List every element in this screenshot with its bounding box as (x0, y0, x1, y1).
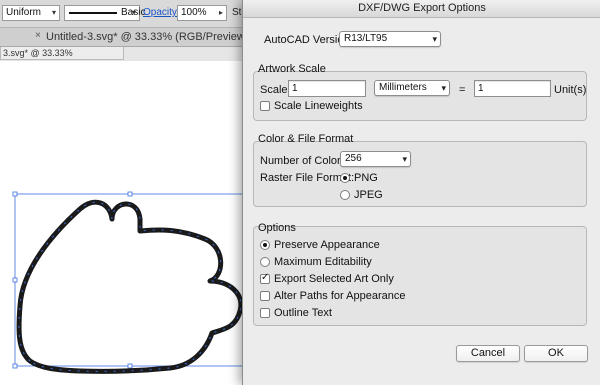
units-input[interactable]: 1 (474, 80, 551, 97)
opacity-dropdown[interactable]: 100% ▸ (177, 5, 227, 21)
opacity-link[interactable]: Opacity: (143, 7, 180, 18)
selection-handle (12, 363, 18, 369)
scale-label: Scale: (260, 84, 291, 96)
selection-handle (127, 363, 133, 369)
chevron-down-icon: ▾ (402, 154, 407, 164)
scale-lineweights-checkbox[interactable] (260, 101, 270, 111)
number-of-colors-select[interactable]: 256 ▾ (340, 151, 411, 167)
autocad-version-select[interactable]: R13/LT95 ▾ (339, 31, 441, 47)
stroke-preview (69, 12, 117, 14)
opacity-value: 100% (181, 7, 207, 18)
chevron-down-icon: ▾ (131, 8, 136, 17)
png-label[interactable]: PNG (354, 172, 378, 184)
brush-dropdown[interactable]: Basic ▾ (64, 5, 145, 21)
color-format-title: Color & File Format (258, 133, 354, 145)
artboard (0, 61, 243, 385)
alter-paths-label[interactable]: Alter Paths for Appearance (274, 290, 405, 302)
selection-handle (12, 191, 18, 197)
png-radio[interactable] (340, 173, 350, 183)
alter-paths-checkbox[interactable] (260, 291, 270, 301)
selection-handle (12, 277, 18, 283)
style-label: St (232, 7, 242, 18)
number-of-colors-value: 256 (345, 153, 362, 164)
preserve-appearance-label[interactable]: Preserve Appearance (274, 239, 380, 251)
jpeg-label[interactable]: JPEG (354, 189, 383, 201)
dxf-dwg-export-dialog: DXF/DWG Export Options AutoCAD Version: … (242, 0, 600, 385)
chevron-down-icon: ▾ (51, 8, 56, 17)
outline-text-label[interactable]: Outline Text (274, 307, 332, 319)
selection-handle (127, 191, 133, 197)
hand-outline-path (16, 199, 243, 374)
radio-selected-dot (343, 176, 347, 180)
export-selected-art-checkbox[interactable]: ✓ (260, 272, 270, 284)
hand-shape-artwork[interactable] (0, 61, 243, 385)
document-subtab[interactable]: 3.svg* @ 33.33% (RGB/Preview) (0, 47, 124, 70)
document-title: Untitled-3.svg* @ 33.33% (RGB/Preview) (46, 31, 249, 43)
canvas-area[interactable] (0, 61, 246, 385)
checkmark-icon: ✓ (261, 272, 270, 283)
preserve-appearance-radio[interactable] (260, 240, 270, 250)
cancel-button[interactable]: Cancel (456, 345, 520, 362)
number-of-colors-label: Number of Colors: (260, 155, 350, 167)
units-label: Unit(s) (554, 84, 587, 96)
stroke-profile-dropdown[interactable]: Uniform ▾ (2, 5, 60, 21)
scale-value: 1 (292, 83, 298, 94)
maximum-editability-radio[interactable] (260, 257, 270, 267)
outline-text-checkbox[interactable] (260, 308, 270, 318)
unit-value: Millimeters (379, 82, 427, 93)
scale-lineweights-label[interactable]: Scale Lineweights (274, 100, 363, 112)
options-title: Options (258, 222, 296, 234)
artwork-scale-title: Artwork Scale (258, 63, 326, 75)
maximum-editability-label[interactable]: Maximum Editability (274, 256, 372, 268)
jpeg-radio[interactable] (340, 190, 350, 200)
units-value: 1 (478, 83, 484, 94)
close-icon[interactable]: × (35, 30, 41, 41)
autocad-version-value: R13/LT95 (344, 33, 388, 44)
stroke-profile-value: Uniform (6, 7, 42, 18)
equals-sign: = (459, 84, 466, 96)
chevron-right-icon: ▸ (218, 8, 223, 17)
ok-button[interactable]: OK (524, 345, 588, 362)
chevron-down-icon: ▾ (441, 83, 446, 93)
dialog-title: DXF/DWG Export Options (243, 0, 600, 18)
chevron-down-icon: ▾ (432, 34, 437, 44)
export-selected-art-label[interactable]: Export Selected Art Only (274, 273, 394, 285)
unit-select[interactable]: Millimeters ▾ (374, 80, 450, 96)
scale-input[interactable]: 1 (288, 80, 366, 97)
radio-selected-dot (263, 243, 267, 247)
